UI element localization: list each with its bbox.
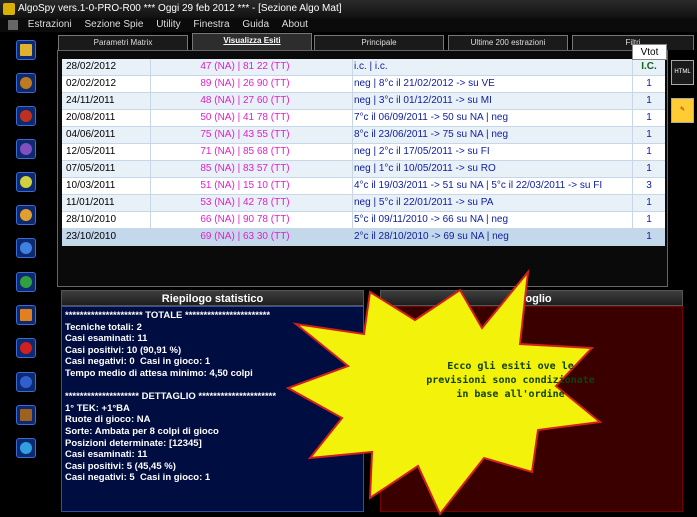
menu-bar: Estrazioni Sezione Spie Utility Finestra…: [0, 18, 697, 32]
esiti-grid: 28/02/2012 47 (NA) | 81 22 (TT) i.c. | i.c…: [57, 50, 668, 287]
html-export-icon[interactable]: HTML: [671, 60, 694, 85]
cell-numbers: 75 (NA) | 43 55 (TT): [200, 129, 290, 140]
cell-esito: 5°c il 09/11/2010 -> 66 su NA | neg: [354, 214, 509, 225]
cell-esito: 4°c il 19/03/2011 -> 51 su NA | 5°c il 2…: [354, 180, 603, 191]
cell-esito: neg | 1°c il 10/05/2011 -> su RO: [354, 163, 496, 174]
window-title: AlgoSpy vers.1-0-PRO-R00 *** Oggi 29 feb…: [18, 3, 342, 14]
cell-date: 07/05/2011: [66, 163, 116, 174]
callout-text: Ecco gli esiti ove le previsioni sono co…: [426, 361, 595, 400]
table-row[interactable]: 28/10/2010 66 (NA) | 90 78 (TT) 5°c il 09/…: [62, 212, 665, 229]
app-icon: [3, 3, 15, 15]
cell-vtot: 1: [646, 197, 652, 208]
tab-parametri-matrix[interactable]: Parametri Matrix: [58, 35, 188, 50]
export-icon[interactable]: ✎: [671, 98, 694, 123]
cell-numbers: 50 (NA) | 41 78 (TT): [200, 112, 290, 123]
title-bar: AlgoSpy vers.1-0-PRO-R00 *** Oggi 29 feb…: [0, 0, 697, 18]
cell-date: 10/03/2011: [66, 180, 116, 191]
cell-esito: neg | 5°c il 22/01/2011 -> su PA: [354, 197, 494, 208]
table-row[interactable]: 20/08/2011 50 (NA) | 41 78 (TT) 7°c il 06/…: [62, 110, 665, 127]
cell-vtot: 1: [646, 214, 652, 225]
cell-esito: neg | 8°c il 21/02/2012 -> su VE: [354, 78, 495, 89]
cell-date: 02/02/2012: [66, 78, 117, 89]
table-row[interactable]: 02/02/2012 89 (NA) | 26 90 (TT) neg | 8°c …: [62, 76, 665, 93]
hand-tool-button[interactable]: [16, 205, 36, 225]
bulb-tool-button[interactable]: [16, 172, 36, 192]
cell-numbers: 53 (NA) | 42 78 (TT): [200, 197, 290, 208]
cell-date: 28/10/2010: [66, 214, 117, 225]
tab-ultime-200[interactable]: Ultime 200 estrazioni: [448, 35, 568, 50]
cell-numbers: 85 (NA) | 83 57 (TT): [200, 163, 290, 174]
table-row[interactable]: 28/02/2012 47 (NA) | 81 22 (TT) i.c. | i.c…: [62, 59, 665, 76]
cell-esito: neg | 3°c il 01/12/2011 -> su MI: [354, 95, 492, 106]
left-toolbar: [0, 32, 50, 517]
cell-vtot: 3: [646, 180, 652, 191]
tab-strip: Parametri Matrix Visualizza Esiti Princi…: [54, 33, 697, 50]
cell-vtot: 1: [646, 163, 652, 174]
menu-utility[interactable]: Utility: [151, 18, 185, 32]
cell-numbers: 48 (NA) | 27 60 (TT): [200, 95, 290, 106]
table-row[interactable]: 23/10/2010 69 (NA) | 63 30 (TT) 2°c il 28/…: [62, 229, 665, 246]
drop-tool-button[interactable]: [16, 338, 36, 358]
cell-numbers: 47 (NA) | 81 22 (TT): [200, 61, 290, 72]
pencil-tool-button[interactable]: [16, 40, 36, 60]
cell-date: 11/01/2011: [66, 197, 115, 208]
table-row[interactable]: 04/06/2011 75 (NA) | 43 55 (TT) 8°c il 23/…: [62, 127, 665, 144]
cell-date: 04/06/2011: [66, 129, 116, 140]
cell-esito: i.c. | i.c.: [354, 61, 388, 72]
letter-a-tool-button[interactable]: [16, 372, 36, 392]
cell-vtot: 1: [646, 78, 652, 89]
cell-numbers: 51 (NA) | 15 10 (TT): [200, 180, 290, 191]
menu-guida[interactable]: Guida: [237, 18, 274, 32]
menu-finestra[interactable]: Finestra: [188, 18, 234, 32]
cell-numbers: 71 (NA) | 85 68 (TT): [200, 146, 290, 157]
cell-date: 23/10/2010: [66, 231, 117, 242]
cell-vtot: 1: [646, 112, 652, 123]
dollar-tool-button[interactable]: [16, 238, 36, 258]
cell-vtot: 1: [646, 95, 652, 106]
cell-numbers: 89 (NA) | 26 90 (TT): [200, 78, 290, 89]
tool-button-2[interactable]: [16, 73, 36, 93]
tab-principale[interactable]: Principale: [314, 35, 444, 50]
menu-about[interactable]: About: [277, 18, 313, 32]
cell-esito: 2°c il 28/10/2010 -> 69 su NA | neg: [354, 231, 509, 242]
table-row[interactable]: 12/05/2011 71 (NA) | 85 68 (TT) neg | 2°c …: [62, 144, 665, 161]
cell-esito: 8°c il 23/06/2011 -> 75 su NA | neg: [354, 129, 509, 140]
table-row[interactable]: 24/11/2011 48 (NA) | 27 60 (TT) neg | 3°c …: [62, 93, 665, 110]
book-tool-button[interactable]: [16, 405, 36, 425]
vtot-column-header[interactable]: Vtot: [632, 44, 667, 60]
cell-esito: 7°c il 06/09/2011 -> 50 su NA | neg: [354, 112, 509, 123]
cell-vtot: 1: [646, 146, 652, 157]
cell-vtot: 1: [646, 231, 652, 242]
table-row[interactable]: 11/01/2011 53 (NA) | 42 78 (TT) neg | 5°c …: [62, 195, 665, 212]
power-tool-button[interactable]: [16, 438, 36, 458]
table-row[interactable]: 07/05/2011 85 (NA) | 83 57 (TT) neg | 1°c …: [62, 161, 665, 178]
grid-tool-button[interactable]: [16, 305, 36, 325]
cell-date: 20/08/2011: [66, 112, 116, 123]
menu-app-icon[interactable]: [8, 20, 18, 30]
cell-esito: neg | 2°c il 17/05/2011 -> su FI: [354, 146, 490, 157]
cell-numbers: 69 (NA) | 63 30 (TT): [200, 231, 290, 242]
cell-vtot: 1: [646, 129, 652, 140]
compass-tool-button[interactable]: [16, 106, 36, 126]
cell-date: 24/11/2011: [66, 95, 115, 106]
cell-vtot: I.C.: [641, 61, 657, 72]
cell-date: 28/02/2012: [66, 61, 117, 72]
table-row[interactable]: 10/03/2011 51 (NA) | 15 10 (TT) 4°c il 19/…: [62, 178, 665, 195]
menu-sezione-spie[interactable]: Sezione Spie: [79, 18, 148, 32]
tree-tool-button[interactable]: [16, 272, 36, 292]
menu-estrazioni[interactable]: Estrazioni: [23, 18, 77, 32]
tab-visualizza-esiti[interactable]: Visualizza Esiti: [192, 33, 312, 50]
tool-button-4[interactable]: [16, 139, 36, 159]
cell-date: 12/05/2011: [66, 146, 116, 157]
cell-numbers: 66 (NA) | 90 78 (TT): [200, 214, 290, 225]
